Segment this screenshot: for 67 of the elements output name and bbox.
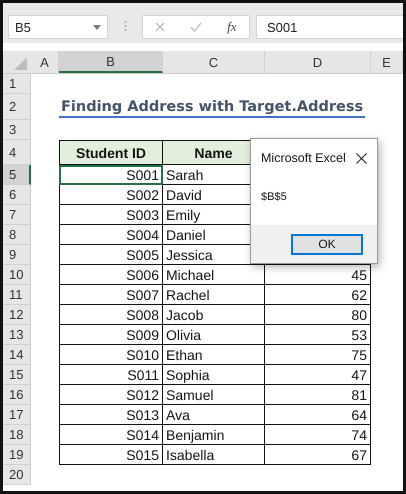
row-header[interactable]: 7 xyxy=(3,205,31,225)
close-icon[interactable] xyxy=(356,152,367,164)
name-box[interactable]: B5 xyxy=(8,15,108,39)
insert-function-button[interactable]: fx xyxy=(227,19,237,35)
table-cell: 67 xyxy=(265,445,371,465)
row-header[interactable]: 2 xyxy=(3,94,31,120)
row-header[interactable]: 11 xyxy=(3,285,31,305)
row-header[interactable]: 8 xyxy=(3,225,31,245)
table-cell: 45 xyxy=(265,265,371,285)
row-header[interactable]: 14 xyxy=(3,345,31,365)
table-cell: S005 xyxy=(59,245,163,265)
checkmark-icon[interactable] xyxy=(190,22,202,32)
table-cell: Jacob xyxy=(163,305,265,325)
table-cell: S001 xyxy=(59,165,163,185)
grip-icon xyxy=(124,20,126,32)
table-cell: S010 xyxy=(59,345,163,365)
table-cell: 47 xyxy=(265,365,371,385)
table-cell: 53 xyxy=(265,325,371,345)
row-header[interactable]: 19 xyxy=(3,445,31,465)
table-cell: S012 xyxy=(59,385,163,405)
table-cell: S003 xyxy=(59,205,163,225)
table-cell: S004 xyxy=(59,225,163,245)
table-cell: 81 xyxy=(265,385,371,405)
formula-field[interactable]: S001 xyxy=(256,15,403,39)
column-header-cell: Student ID xyxy=(59,140,163,165)
table-cell: Samuel xyxy=(163,385,265,405)
row-header[interactable]: 4 xyxy=(3,140,31,165)
table-cell: S013 xyxy=(59,405,163,425)
table-cell: Ava xyxy=(163,405,265,425)
table-cell: Sophia xyxy=(163,365,265,385)
sheet-title: Finding Address with Target.Address xyxy=(59,96,366,118)
table-cell: 80 xyxy=(265,305,371,325)
table-cell: Ethan xyxy=(163,345,265,365)
table-cell: 75 xyxy=(265,345,371,365)
row-header[interactable]: 18 xyxy=(3,425,31,445)
row-header[interactable]: 12 xyxy=(3,305,31,325)
table-cell: S002 xyxy=(59,185,163,205)
table-cell: Benjamin xyxy=(163,425,265,445)
row-header[interactable]: 5 xyxy=(3,165,31,185)
table-cell: S014 xyxy=(59,425,163,445)
row-header[interactable]: 9 xyxy=(3,245,31,265)
row-header[interactable]: 6 xyxy=(3,185,31,205)
row-header[interactable]: 16 xyxy=(3,385,31,405)
table-cell: S008 xyxy=(59,305,163,325)
row-header[interactable]: 20 xyxy=(3,465,31,485)
table-cell: S006 xyxy=(59,265,163,285)
table-cell: 64 xyxy=(265,405,371,425)
row-header[interactable]: 10 xyxy=(3,265,31,285)
row-header[interactable]: 3 xyxy=(3,120,31,140)
table-cell: Olivia xyxy=(163,325,265,345)
table-cell: Michael xyxy=(163,265,265,285)
table-cell: 62 xyxy=(265,285,371,305)
dropdown-icon[interactable] xyxy=(93,24,101,30)
table-cell: S007 xyxy=(59,285,163,305)
table-cell: 74 xyxy=(265,425,371,445)
row-header[interactable]: 1 xyxy=(3,74,31,94)
table-cell: Isabella xyxy=(163,445,265,465)
table-cell: Rachel xyxy=(163,285,265,305)
row-header[interactable]: 13 xyxy=(3,325,31,345)
table-cell: S009 xyxy=(59,325,163,345)
table-cell: S011 xyxy=(59,365,163,385)
row-header[interactable]: 17 xyxy=(3,405,31,425)
row-header[interactable]: 15 xyxy=(3,365,31,385)
table-cell: S015 xyxy=(59,445,163,465)
column-header[interactable]: B xyxy=(59,51,163,73)
cancel-icon[interactable] xyxy=(155,22,166,32)
ok-button[interactable]: OK xyxy=(291,234,363,254)
